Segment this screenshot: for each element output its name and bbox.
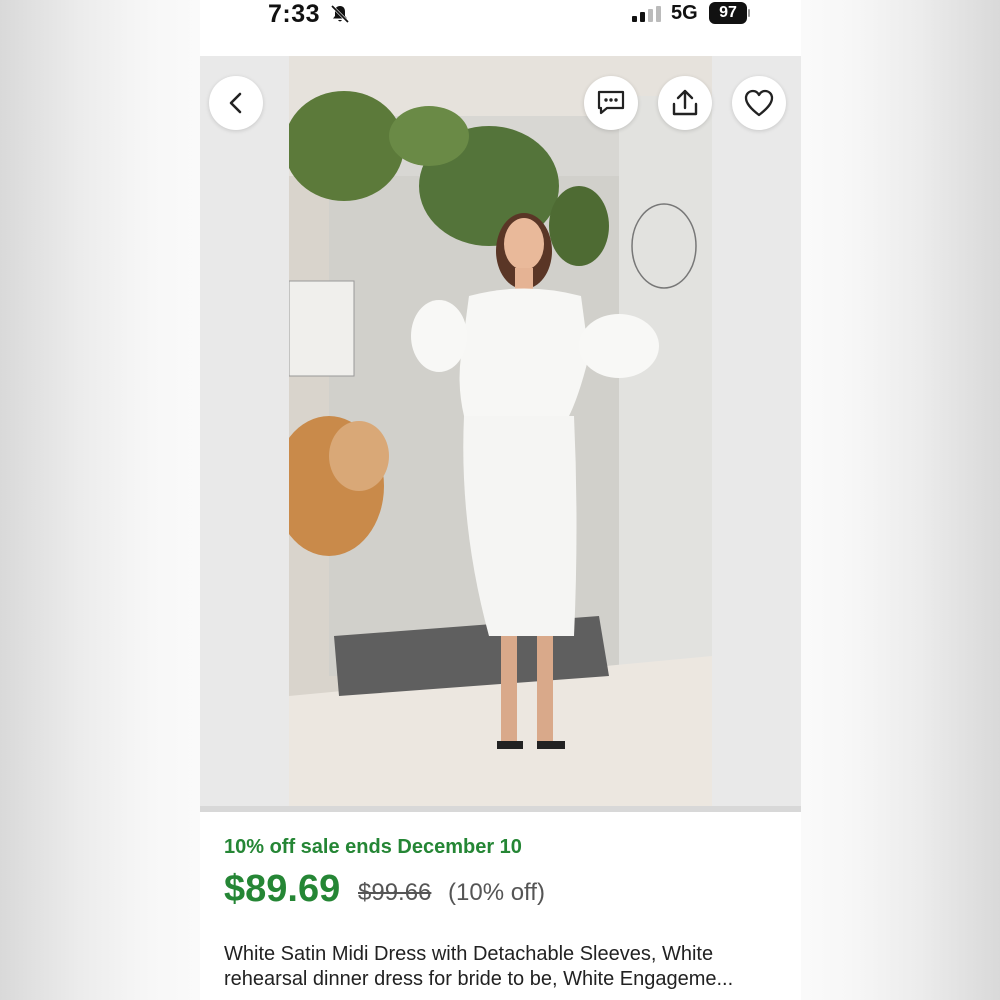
sale-price: $89.69 xyxy=(224,868,341,910)
status-bar: 7:33 5G 97 xyxy=(200,0,801,56)
heart-icon xyxy=(744,89,774,117)
share-button[interactable] xyxy=(658,76,712,130)
discount-label: (10% off) xyxy=(448,879,545,906)
listing-details: 10% off sale ends December 10 $89.69 $99… xyxy=(200,812,801,1000)
original-price: $99.66 xyxy=(358,879,432,906)
image-gallery[interactable] xyxy=(200,56,801,808)
battery-icon xyxy=(748,9,750,17)
sale-banner: 10% off sale ends December 10 xyxy=(224,836,522,858)
favorite-button[interactable] xyxy=(732,76,786,130)
signal-icon xyxy=(632,6,661,22)
back-button[interactable] xyxy=(209,76,263,130)
bell-off-icon xyxy=(330,4,350,24)
message-seller-button[interactable] xyxy=(584,76,638,130)
share-icon xyxy=(672,89,698,116)
battery-level: 97 xyxy=(709,2,747,24)
chevron-left-icon xyxy=(229,92,242,114)
message-icon xyxy=(597,90,625,115)
listing-title[interactable]: White Satin Midi Dress with Detachable S… xyxy=(224,942,784,992)
network-type: 5G xyxy=(671,2,698,24)
status-time: 7:33 xyxy=(268,0,321,28)
phone-screen: 7:33 5G 97 10% off sale ends December 10… xyxy=(200,0,801,1000)
product-photo[interactable] xyxy=(289,56,712,808)
dress-photo-illustration xyxy=(289,56,712,808)
